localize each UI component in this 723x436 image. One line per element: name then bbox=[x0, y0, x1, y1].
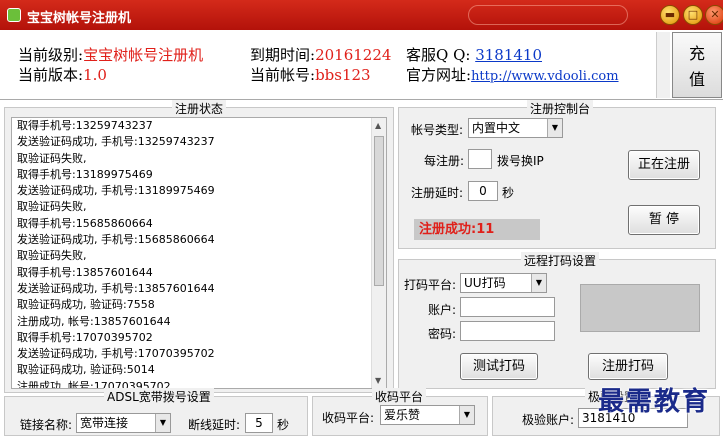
log-line: 取得手机号:13259743237 bbox=[17, 119, 153, 132]
recharge-line1: 充 bbox=[688, 44, 705, 63]
status-group-title: 注册状态 bbox=[172, 100, 227, 117]
account-type-value: 内置中文 bbox=[472, 121, 521, 135]
log-line: 发送验证码成功, 手机号:15685860664 bbox=[17, 233, 215, 247]
connection-name-label: 链接名称: bbox=[20, 418, 73, 432]
qq-label: 客服Q Q: bbox=[406, 46, 471, 64]
connection-name-select[interactable]: 宽带连接 ▼ bbox=[76, 413, 171, 433]
per-register-input[interactable] bbox=[468, 149, 492, 169]
delay-input[interactable]: 0 bbox=[468, 181, 498, 201]
site-row: 官方网址:http://www.vdooli.com bbox=[406, 64, 619, 85]
log-line: 发送验证码成功, 手机号:13259743237 bbox=[17, 135, 215, 149]
app-icon bbox=[7, 8, 21, 22]
maximize-button[interactable]: □ bbox=[683, 5, 703, 25]
scroll-thumb[interactable] bbox=[374, 136, 384, 286]
qq-row: 客服Q Q: 3181410 bbox=[406, 44, 542, 65]
scroll-up-icon[interactable]: ▲ bbox=[375, 121, 381, 130]
captcha-group-title: 远程打码设置 bbox=[521, 252, 600, 269]
qq-link[interactable]: 3181410 bbox=[475, 46, 542, 64]
level-label: 当前级别: bbox=[18, 46, 84, 64]
window-title: 宝宝树帐号注册机 bbox=[27, 11, 132, 26]
log-line: 取得手机号:13189975469 bbox=[17, 167, 153, 181]
log-line: 取验证码成功, 验证码:5014 bbox=[17, 363, 155, 377]
header-scrollbar[interactable] bbox=[656, 32, 670, 98]
jiyan-account-label: 极验账户: bbox=[522, 413, 575, 427]
expire-row: 到期时间:20161224 bbox=[250, 44, 391, 65]
register-captcha-button[interactable]: 注册打码 bbox=[588, 353, 668, 380]
control-group-title: 注册控制台 bbox=[527, 100, 594, 117]
pause-button[interactable]: 暂 停 bbox=[628, 205, 700, 235]
success-count: 注册成功:11 bbox=[414, 219, 540, 240]
log-scrollbar[interactable]: ▲ ▼ bbox=[371, 118, 386, 388]
recharge-line2: 值 bbox=[688, 70, 705, 89]
version-value: 1.0 bbox=[83, 66, 107, 84]
chevron-down-icon[interactable]: ▼ bbox=[531, 274, 546, 292]
minimize-button[interactable]: ▬ bbox=[660, 5, 680, 25]
sms-platform-label: 收码平台: bbox=[322, 411, 375, 425]
reconnect-delay-label: 断线延时: bbox=[188, 418, 241, 432]
switch-ip-label: 拨号换IP bbox=[497, 154, 544, 168]
site-label: 官方网址: bbox=[406, 66, 472, 84]
captcha-platform-select[interactable]: UU打码 ▼ bbox=[460, 273, 547, 293]
log-line: 取验证码失败, bbox=[17, 200, 87, 214]
account-label: 当前帐号: bbox=[250, 66, 316, 84]
registering-button[interactable]: 正在注册 bbox=[628, 150, 700, 180]
adsl-group-title: ADSL宽带拨号设置 bbox=[104, 388, 214, 405]
expire-value: 20161224 bbox=[315, 46, 392, 64]
close-button[interactable]: ✕ bbox=[705, 5, 723, 25]
log-line: 取得手机号:17070395702 bbox=[17, 330, 153, 344]
scroll-down-icon[interactable]: ▼ bbox=[375, 376, 381, 385]
chevron-down-icon[interactable]: ▼ bbox=[547, 119, 562, 137]
log-line: 发送验证码成功, 手机号:13189975469 bbox=[17, 184, 215, 198]
delay-unit: 秒 bbox=[502, 186, 515, 200]
recharge-button[interactable]: 充 值 bbox=[672, 32, 722, 98]
log-line: 发送验证码成功, 手机号:17070395702 bbox=[17, 347, 215, 361]
site-link[interactable]: http://www.vdooli.com bbox=[471, 69, 618, 84]
version-row: 当前版本:1.0 bbox=[18, 64, 107, 85]
captcha-platform-value: UU打码 bbox=[464, 276, 506, 290]
sms-group-title: 收码平台 bbox=[372, 388, 427, 405]
status-log[interactable]: 取得手机号:13259743237 发送验证码成功, 手机号:1325974323… bbox=[11, 117, 387, 389]
log-line: 取得手机号:13857601644 bbox=[17, 265, 153, 279]
connection-name-value: 宽带连接 bbox=[80, 416, 129, 430]
per-register-label: 每注册: bbox=[424, 154, 465, 168]
reconnect-delay-unit: 秒 bbox=[277, 418, 290, 432]
watermark-text: 最需教育 bbox=[598, 387, 711, 417]
log-lines: 取得手机号:13259743237 发送验证码成功, 手机号:1325974323… bbox=[12, 118, 386, 388]
chevron-down-icon[interactable]: ▼ bbox=[459, 406, 474, 424]
log-line: 取验证码失败, bbox=[17, 249, 87, 263]
delay-label: 注册延时: bbox=[411, 186, 464, 200]
log-line: 发送验证码成功, 手机号:13857601644 bbox=[17, 281, 215, 295]
expire-label: 到期时间: bbox=[250, 46, 316, 64]
captcha-preview bbox=[580, 284, 700, 332]
chevron-down-icon[interactable]: ▼ bbox=[155, 414, 170, 432]
account-value: bbs123 bbox=[315, 66, 371, 84]
log-line: 取验证码失败, bbox=[17, 151, 87, 165]
level-value: 宝宝树帐号注册机 bbox=[83, 46, 204, 64]
version-label: 当前版本: bbox=[18, 66, 84, 84]
captcha-password-label: 密码: bbox=[428, 327, 457, 341]
test-captcha-button[interactable]: 测试打码 bbox=[460, 353, 538, 380]
log-line: 取得手机号:15685860664 bbox=[17, 216, 153, 230]
captcha-account-label: 账户: bbox=[428, 303, 457, 317]
level-row: 当前级别:宝宝树帐号注册机 bbox=[18, 44, 203, 65]
sms-platform-select[interactable]: 爱乐赞 ▼ bbox=[380, 405, 475, 425]
title-ornament bbox=[468, 5, 628, 25]
account-type-select[interactable]: 内置中文 ▼ bbox=[468, 118, 563, 138]
info-header: 当前级别:宝宝树帐号注册机 当前版本:1.0 到期时间:20161224 当前帐… bbox=[0, 30, 723, 100]
title-bar: 宝宝树帐号注册机 ▬ □ ✕ bbox=[0, 0, 723, 30]
account-row: 当前帐号:bbs123 bbox=[250, 64, 371, 85]
captcha-password-input[interactable] bbox=[460, 321, 555, 341]
sms-platform-value: 爱乐赞 bbox=[384, 408, 421, 422]
account-type-label: 帐号类型: bbox=[411, 123, 464, 137]
reconnect-delay-input[interactable]: 5 bbox=[245, 413, 273, 433]
log-line: 取验证码成功, 验证码:7558 bbox=[17, 298, 155, 312]
captcha-account-input[interactable] bbox=[460, 297, 555, 317]
log-line: 注册成功, 帐号:13857601644 bbox=[17, 314, 171, 328]
captcha-platform-label: 打码平台: bbox=[404, 278, 457, 292]
